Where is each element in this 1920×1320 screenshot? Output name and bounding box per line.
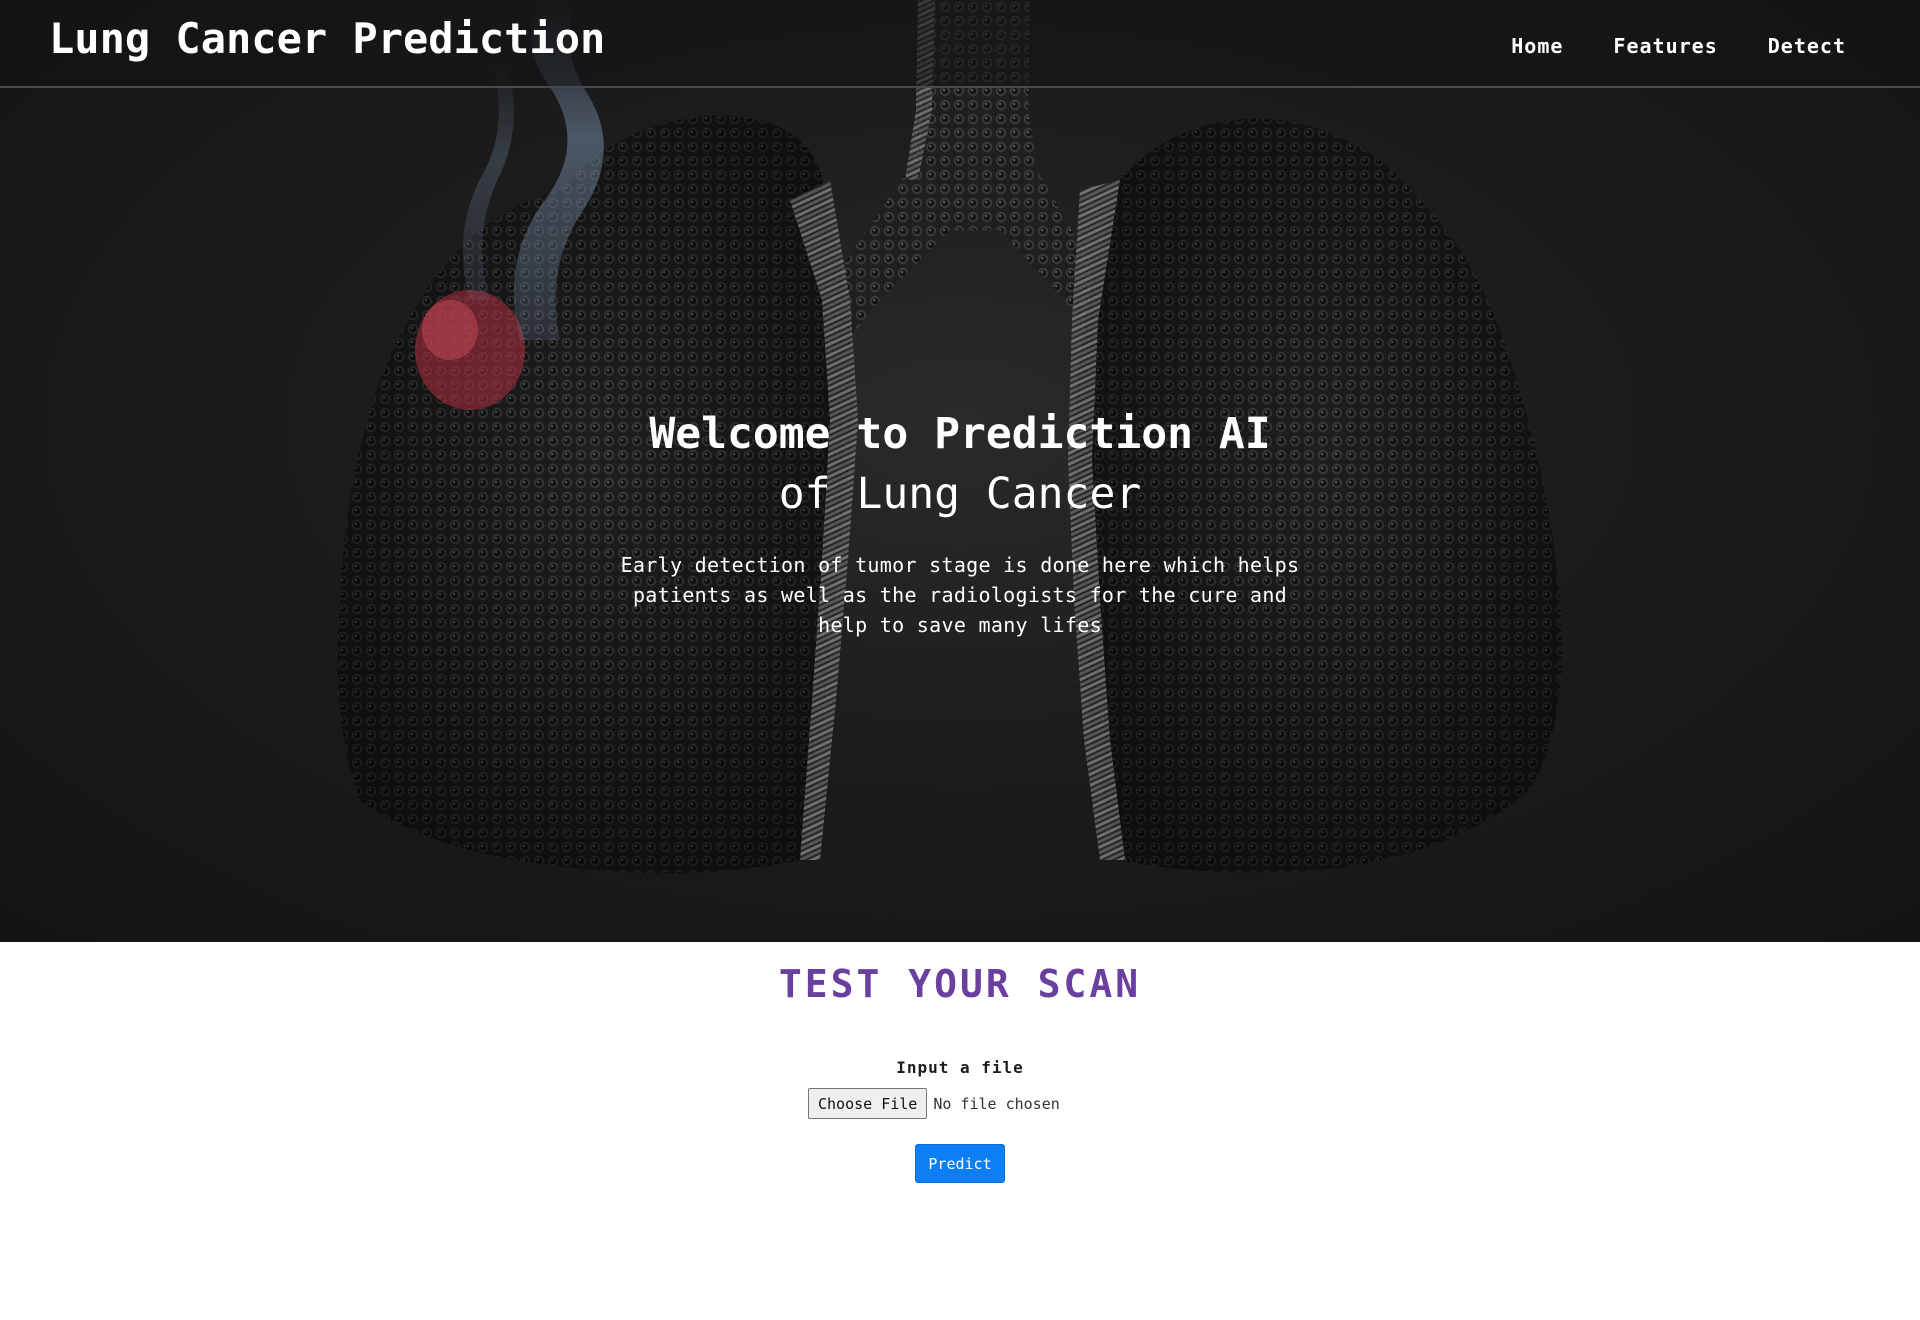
choose-file-button[interactable]: Choose File bbox=[808, 1088, 928, 1119]
hero-section: Lung Cancer Prediction Home Features Det… bbox=[0, 0, 1920, 942]
site-brand[interactable]: Lung Cancer Prediction bbox=[49, 14, 605, 63]
top-navbar: Lung Cancer Prediction Home Features Det… bbox=[0, 0, 1920, 88]
file-input-label: Input a file bbox=[896, 1058, 1024, 1077]
nav-link-home[interactable]: Home bbox=[1511, 34, 1563, 58]
predict-button[interactable]: Predict bbox=[915, 1144, 1005, 1183]
hero-title: Welcome to Prediction AI bbox=[649, 409, 1271, 459]
file-status-text: No file chosen bbox=[933, 1094, 1060, 1113]
nav-link-features[interactable]: Features bbox=[1613, 34, 1717, 58]
section-title: TEST YOUR SCAN bbox=[778, 962, 1142, 1006]
hero-description: Early detection of tumor stage is done h… bbox=[620, 553, 1300, 637]
file-input[interactable]: Choose File No file chosen bbox=[808, 1088, 1060, 1119]
nav-links: Home Features Detect bbox=[1511, 34, 1846, 58]
nav-link-detect[interactable]: Detect bbox=[1768, 34, 1846, 58]
hero-subtitle: of Lung Cancer bbox=[778, 469, 1142, 519]
test-scan-section: TEST YOUR SCAN Input a file Choose File … bbox=[0, 942, 1920, 1320]
hero-text-block: Welcome to Prediction AI of Lung Cancer … bbox=[0, 404, 1920, 640]
